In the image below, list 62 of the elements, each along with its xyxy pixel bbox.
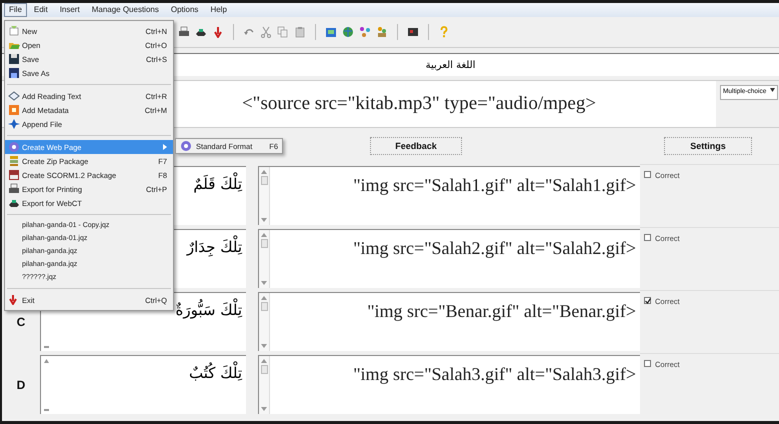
- feedback-field[interactable]: "img src="Salah2.gif" alt="Salah2.gif>: [258, 229, 640, 288]
- arrow-down-icon[interactable]: [212, 26, 224, 38]
- checkbox[interactable]: [644, 360, 651, 367]
- checkbox[interactable]: [644, 297, 651, 304]
- printer-icon: [8, 183, 20, 195]
- checkbox[interactable]: [644, 171, 651, 178]
- menu-item[interactable]: Insert: [54, 3, 85, 17]
- scroll-down-icon[interactable]: [261, 281, 267, 285]
- scroll-down-icon: [44, 346, 48, 348]
- package-icon: [8, 169, 20, 181]
- answer-field[interactable]: تِلْكَ كُتُبٌ: [40, 355, 246, 414]
- scroll-thumb[interactable]: [260, 176, 268, 185]
- flower-icon: [8, 141, 20, 153]
- printer-icon[interactable]: [178, 26, 190, 38]
- star-icon: [8, 118, 20, 130]
- menu-item[interactable]: Edit: [28, 3, 53, 17]
- phone-icon[interactable]: [195, 26, 207, 38]
- scrollbar[interactable]: [259, 293, 270, 351]
- checkbox[interactable]: [644, 234, 651, 241]
- scrollbar[interactable]: [259, 230, 270, 288]
- scroll-up-icon[interactable]: [261, 233, 267, 237]
- page-icon: [8, 25, 20, 37]
- flower-icon: [180, 140, 192, 152]
- scroll-down-icon: [44, 409, 48, 411]
- scroll-up-icon[interactable]: [261, 359, 267, 363]
- answer-letter: C: [16, 314, 26, 328]
- scrollbar[interactable]: [259, 356, 270, 414]
- scroll-thumb[interactable]: [260, 239, 268, 248]
- scroll-down-icon[interactable]: [261, 344, 267, 348]
- window-icon[interactable]: [325, 26, 337, 38]
- feedback-button[interactable]: Feedback: [370, 137, 462, 155]
- scroll-up-icon: [44, 359, 48, 363]
- menu-item[interactable]: Manage Questions: [86, 3, 164, 17]
- menu-item[interactable]: Options: [166, 3, 204, 17]
- scroll-down-icon[interactable]: [261, 407, 267, 411]
- scroll-thumb[interactable]: [260, 365, 268, 374]
- settings-button[interactable]: Settings: [664, 137, 752, 155]
- scrollbar[interactable]: [259, 167, 270, 225]
- globe-icon[interactable]: [342, 26, 354, 38]
- paste-icon[interactable]: [294, 26, 306, 38]
- stack-icon: [8, 155, 20, 167]
- floppy-icon: [8, 53, 20, 65]
- scroll-up-icon[interactable]: [261, 296, 267, 300]
- check-icon: [644, 298, 650, 304]
- floppy-icon: [8, 67, 20, 79]
- menu-item[interactable]: Help: [205, 3, 232, 17]
- copy-icon[interactable]: [277, 26, 289, 38]
- answer-letter: D: [16, 378, 26, 392]
- diamond-icon: [8, 90, 20, 102]
- feedback-field[interactable]: "img src="Salah3.gif" alt="Salah3.gif>: [258, 355, 640, 414]
- scroll-down-icon[interactable]: [261, 218, 267, 222]
- scroll-thumb[interactable]: [260, 302, 268, 311]
- arrow-down-icon: [8, 295, 18, 305]
- help-icon[interactable]: [438, 26, 450, 38]
- feedback-field[interactable]: "img src="Salah1.gif" alt="Salah1.gif>: [258, 166, 640, 225]
- menu-item[interactable]: File: [4, 3, 27, 17]
- feedback-field[interactable]: "img src="Benar.gif" alt="Benar.gif>: [258, 292, 640, 351]
- dropdown-arrow-icon: [770, 88, 775, 92]
- scroll-up-icon[interactable]: [261, 170, 267, 174]
- cut-icon[interactable]: [260, 26, 272, 38]
- phone-icon: [8, 197, 20, 209]
- square-icon: [8, 104, 20, 116]
